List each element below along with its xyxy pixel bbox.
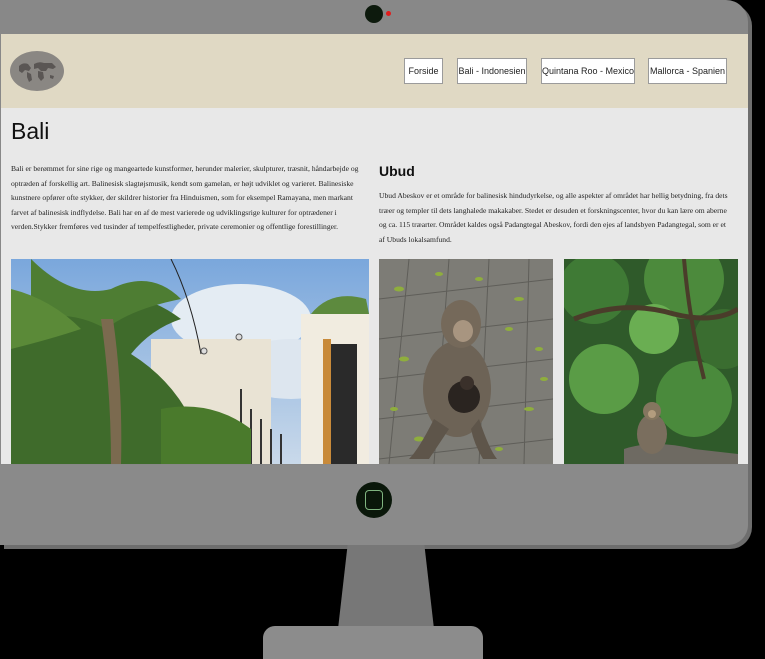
- monitor-frame: Forside Bali - Indonesien Quintana Roo -…: [0, 0, 748, 545]
- navbar: Forside Bali - Indonesien Quintana Roo -…: [1, 34, 748, 108]
- palm-tree-photo: [11, 259, 369, 464]
- monitor-stand-neck: [338, 545, 434, 629]
- home-button-icon[interactable]: [356, 482, 392, 518]
- nav-item-bali[interactable]: Bali - Indonesien: [457, 58, 527, 84]
- page-title: Bali: [11, 118, 50, 144]
- ubud-heading: Ubud: [379, 163, 415, 179]
- monitor-stand-base: [263, 626, 483, 659]
- monkey-mother-photo: [379, 259, 553, 464]
- nav-item-forside[interactable]: Forside: [404, 58, 443, 84]
- camera-led: [386, 11, 391, 16]
- ubud-paragraph: Ubud Abeskov er et område for balinesisk…: [379, 191, 728, 244]
- screen: Forside Bali - Indonesien Quintana Roo -…: [1, 34, 748, 464]
- nav-item-quintana-roo[interactable]: Quintana Roo - Mexico: [541, 58, 635, 84]
- camera-icon: [365, 5, 383, 23]
- intro-paragraph: Bali er berømmet for sine rige og mangea…: [11, 164, 359, 231]
- world-map-logo-icon[interactable]: [10, 51, 64, 91]
- nav-item-mallorca[interactable]: Mallorca - Spanien: [648, 58, 727, 84]
- monkey-jungle-photo: [564, 259, 738, 464]
